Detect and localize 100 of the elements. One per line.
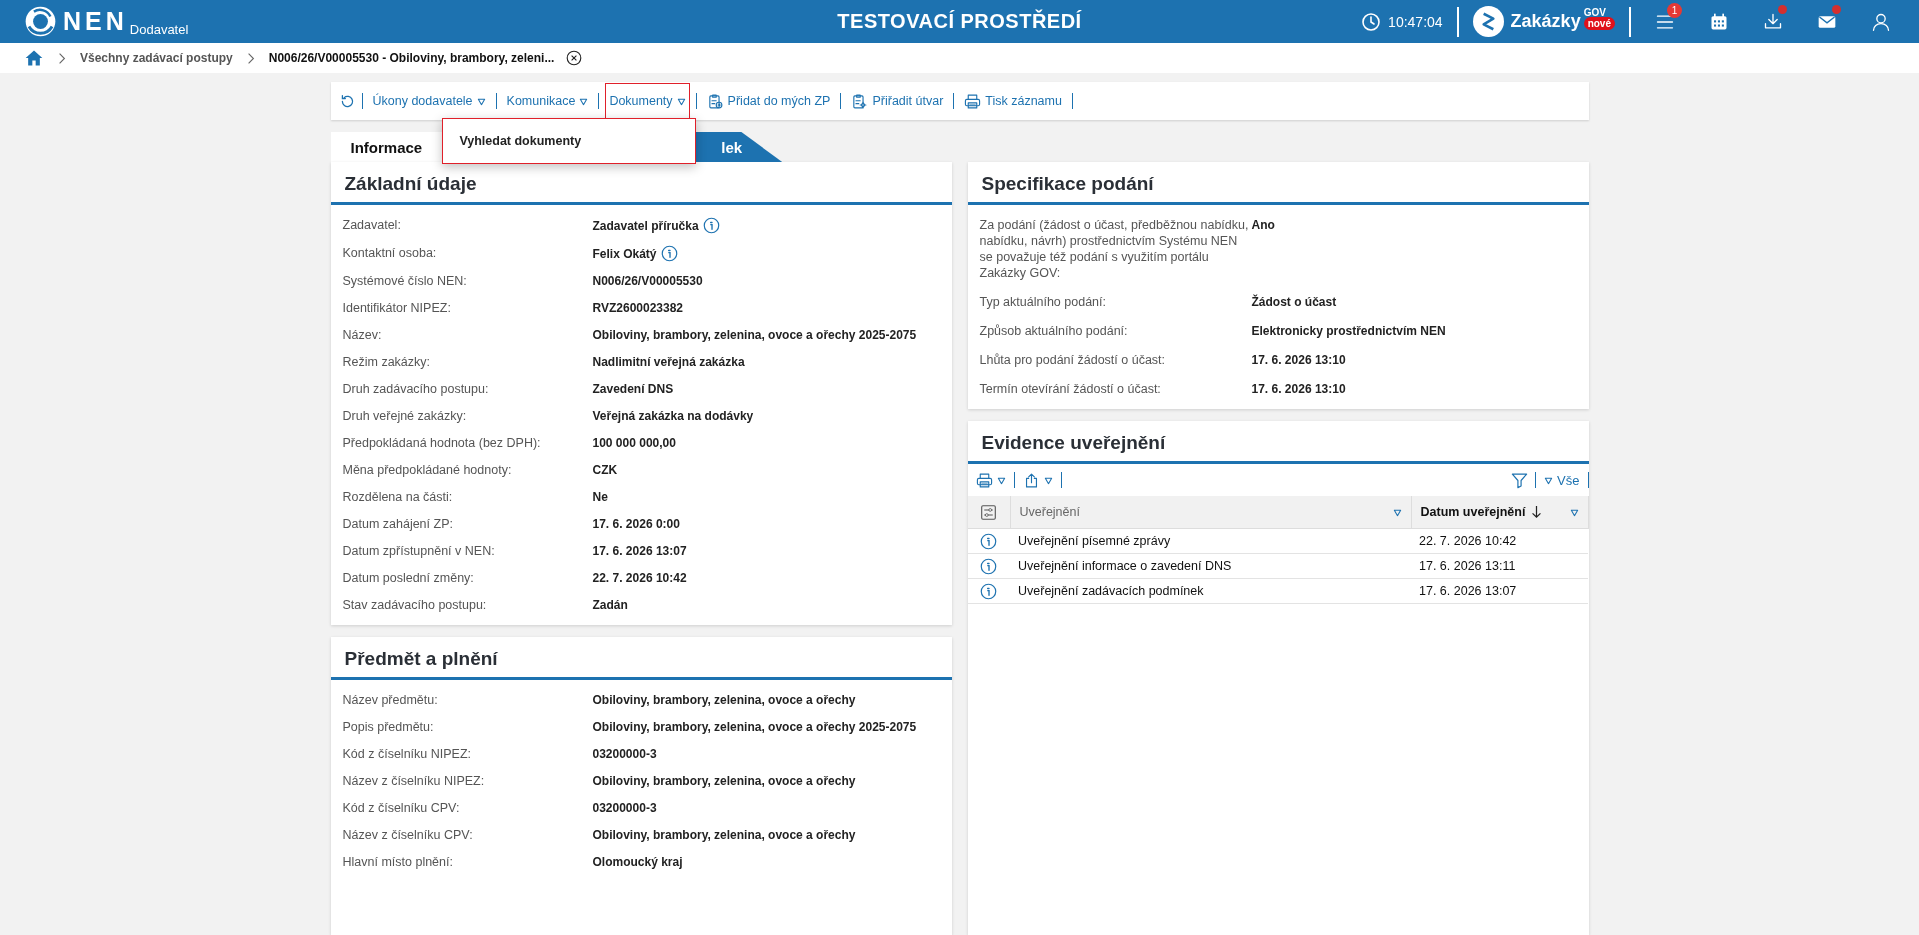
logo-icon (24, 5, 57, 38)
field-label: Termín otevírání žádostí o účast: (979, 381, 1162, 398)
field-label: Název: (342, 327, 383, 344)
dropdown-button[interactable]: Komunikace (502, 83, 593, 119)
clipboard-gear-icon (851, 92, 869, 110)
table-cell: 17. 6. 2026 13:11 (1411, 553, 1588, 579)
breadcrumb-link[interactable]: N006/26/V00005530 - Obiloviny, brambory, zeleni... (268, 51, 555, 65)
column-header[interactable]: Datum uveřejnění (1411, 496, 1588, 529)
field-value: 17. 6. 2026 0:00 (592, 516, 680, 532)
filter-caret-icon (1569, 507, 1579, 517)
field-label: Datum zpřístupnění v NEN: (342, 543, 496, 560)
field-value: Zavedení DNS (592, 381, 674, 397)
field-label: Identifikátor NIPEZ: (342, 300, 452, 317)
calendar-icon[interactable] (1709, 11, 1729, 32)
panel-title: Evidence uveřejnění (967, 421, 1589, 464)
clipboard-icon (706, 92, 724, 110)
field-label: Předpokládaná hodnota (bez DPH): (342, 435, 542, 452)
info-icon[interactable] (980, 557, 998, 575)
menu-item[interactable]: Vyhledat dokumenty (443, 128, 696, 154)
field-value: CZK (592, 462, 618, 478)
view-filter-button[interactable]: Vše (1542, 472, 1582, 488)
clock-time: 10:47:04 (1388, 13, 1443, 30)
field-value: Olomoucký kraj (592, 854, 683, 870)
caret-icon (676, 96, 686, 106)
field-value: Obiloviny, brambory, zelenina, ovoce a ořechy (592, 827, 856, 843)
field-value: 17. 6. 2026 13:07 (592, 543, 687, 559)
info-icon[interactable] (702, 217, 720, 234)
field-label: Popis předmětu: (342, 719, 435, 736)
field-value: RVZ2600023382 (592, 300, 684, 316)
field-label: Rozdělena na části: (342, 489, 454, 506)
brand-name[interactable]: Zakázky (1510, 11, 1581, 32)
field-value: Obiloviny, brambory, zelenina, ovoce a ořechy (592, 692, 856, 708)
field-value: 17. 6. 2026 13:10 (1251, 352, 1347, 369)
field-value: 22. 7. 2026 10:42 (592, 570, 687, 586)
field-value: 03200000-3 (592, 746, 657, 762)
field-label: Název předmětu: (342, 692, 439, 709)
field-value: Žádost o účast (1251, 293, 1338, 311)
printer-icon (964, 92, 982, 110)
toolbar-button[interactable]: Přidat do mých ZP (702, 83, 835, 119)
panel-title: Specifikace podání (967, 162, 1589, 205)
field-label: Režim zakázky: (342, 354, 432, 371)
field-value: 03200000-3 (592, 800, 657, 816)
field-value: 100 000 000,00 (592, 435, 676, 451)
toolbar-button[interactable]: Tisk záznamu (960, 83, 1066, 119)
dropdown-button[interactable]: Úkony dodavatele (368, 83, 490, 119)
table-cell: 22. 7. 2026 10:42 (1411, 528, 1588, 554)
field-value: Obiloviny, brambory, zelenina, ovoce a ořechy 2025-2075 (592, 327, 917, 343)
tab[interactable]: Informace (330, 132, 443, 162)
table-cell: 17. 6. 2026 13:07 (1411, 578, 1588, 604)
breadcrumb-link[interactable]: Všechny zadávací postupy (80, 51, 233, 65)
caret-icon (476, 96, 486, 106)
column-header[interactable]: Uveřejnění (1010, 496, 1411, 529)
environment-title: TESTOVACÍ PROSTŘEDÍ (837, 10, 1082, 33)
field-label: Název z číselníku NIPEZ: (342, 773, 486, 790)
toolbar-button[interactable]: Přiřadit útvar (847, 83, 948, 119)
info-icon[interactable] (980, 582, 998, 600)
field-label: Hlavní místo plnění: (342, 854, 454, 871)
field-label: Systémové číslo NEN: (342, 273, 468, 290)
field-label: Způsob aktuálního podání: (979, 323, 1129, 340)
info-icon[interactable] (660, 245, 678, 262)
field-value: Ano (1251, 217, 1276, 234)
field-label: Druh zadávacího postupu: (342, 381, 490, 398)
field-label: Datum poslední změny: (342, 570, 475, 587)
user-icon[interactable] (1871, 11, 1891, 32)
count-badge: 1 (1667, 2, 1682, 18)
field-value: Ne (592, 489, 608, 505)
printer-icon (975, 471, 993, 489)
field-value: Nadlimitní veřejná zakázka (592, 354, 745, 370)
chevron-icon (246, 51, 255, 65)
column-settings-icon[interactable] (980, 503, 997, 521)
info-icon[interactable] (980, 532, 998, 550)
field-value: Zadán (592, 597, 628, 613)
field-value: Obiloviny, brambory, zelenina, ovoce a ořechy 2025-2075 (592, 719, 917, 735)
panel-title: Předmět a plnění (330, 637, 952, 680)
field-label: Kód z číselníku CPV: (342, 800, 461, 817)
field-value: 17. 6. 2026 13:10 (1251, 381, 1347, 398)
close-icon[interactable] (566, 50, 583, 66)
field-label: Kód z číselníku NIPEZ: (342, 746, 473, 763)
logo-text: NEN (63, 7, 128, 36)
clock-icon (1361, 11, 1382, 32)
brand-superscript: GOV (1583, 7, 1606, 18)
caret-icon (996, 475, 1006, 485)
field-label: Druh veřejné zakázky: (342, 408, 468, 425)
table-cell: Uveřejnění zadávacích podmínek (1010, 578, 1411, 604)
field-label: Typ aktuálního podání: (979, 294, 1107, 311)
new-badge: nové (1583, 17, 1615, 30)
table-cell: Uveřejnění informace o zavedení DNS (1010, 553, 1411, 579)
brand-logo-icon[interactable] (1472, 6, 1504, 37)
home-icon[interactable] (24, 48, 44, 68)
caret-icon (1544, 475, 1554, 485)
field-label: Název z číselníku CPV: (342, 827, 474, 844)
field-label: Kontaktní osoba: (342, 245, 438, 262)
field-value: N006/26/V00005530 (592, 273, 703, 289)
field-label: Za podání (žádost o účast, předběžnou nabídku, nabídku, návrh) prostřednictvím Systému NEN se považuje též podání s využitím portálu Zakázky GOV: (979, 217, 1250, 282)
filter-caret-icon (1392, 507, 1402, 517)
table-cell: Uveřejnění písemné zprávy (1010, 528, 1411, 554)
sort-down-icon (1531, 505, 1543, 519)
role-label: Dodavatel (129, 22, 189, 37)
field-value: Felix Okátý (592, 245, 657, 262)
caret-icon (1043, 475, 1053, 485)
